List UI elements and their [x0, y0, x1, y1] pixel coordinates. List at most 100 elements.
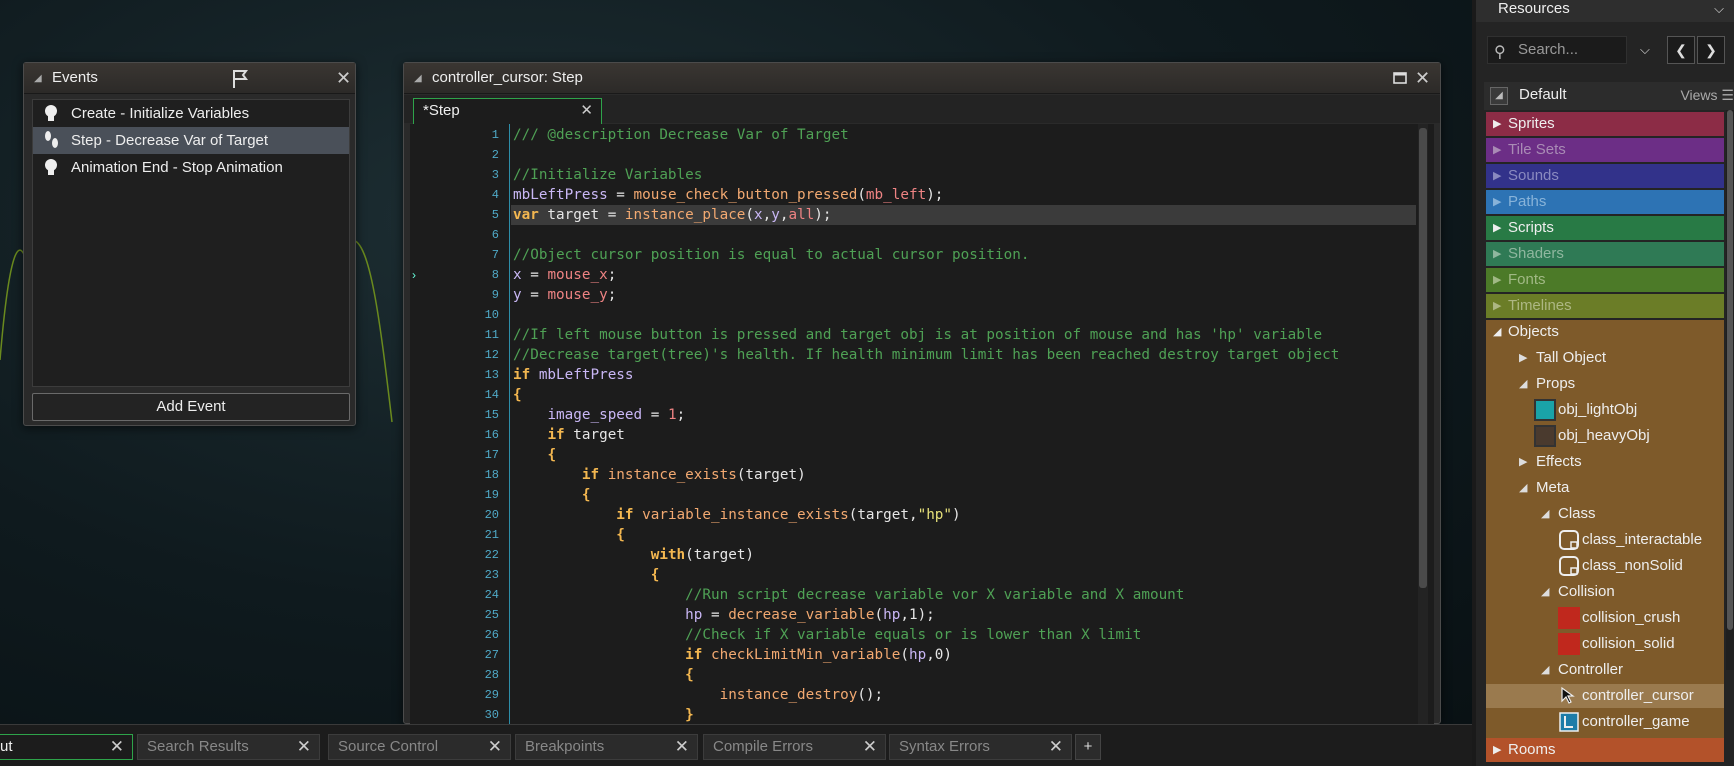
arrow-down-icon[interactable]: ◢ [1541, 502, 1549, 526]
code-line[interactable]: with(target) [513, 545, 754, 565]
search-dropdown-icon[interactable]: ⌵ [1640, 36, 1650, 64]
tree-item[interactable]: ◢ Collision [1486, 580, 1724, 604]
close-tab-icon[interactable]: ✕ [580, 99, 593, 123]
code-line[interactable]: y = mouse_y; [513, 285, 616, 305]
code-line[interactable]: var target = instance_place(x,y,all); [513, 205, 832, 225]
tree-item[interactable]: ▶ Effects [1486, 450, 1724, 474]
tree-item[interactable]: class_interactable [1486, 528, 1724, 552]
output-tab[interactable]: Source Control ✕ [328, 734, 511, 760]
add-tab-button[interactable]: + [1075, 734, 1101, 760]
code-line[interactable]: //Initialize Variables [513, 165, 702, 185]
code-line[interactable]: instance_destroy(); [513, 685, 884, 705]
close-tab-icon[interactable]: ✕ [110, 735, 124, 759]
tree-item[interactable]: ◢ Props [1486, 372, 1724, 396]
tree-item[interactable]: obj_heavyObj [1486, 424, 1724, 448]
back-button[interactable]: ❮ [1667, 36, 1695, 64]
close-icon[interactable]: ✕ [1415, 69, 1430, 87]
code-scrollbar[interactable] [1418, 124, 1428, 724]
event-item[interactable]: Step - Decrease Var of Target [33, 127, 349, 154]
category-fonts[interactable]: ▶ Fonts [1486, 268, 1724, 292]
group-selector[interactable]: ◢ Default Views ☰ [1484, 82, 1734, 110]
event-item[interactable]: Create - Initialize Variables [33, 100, 349, 127]
output-tab[interactable]: Search Results ✕ [137, 734, 320, 760]
code-line[interactable]: if checkLimitMin_variable(hp,0) [513, 645, 952, 665]
code-line[interactable]: hp = decrease_variable(hp,1); [513, 605, 935, 625]
collapse-icon[interactable]: ◢ [34, 73, 42, 84]
tree-item[interactable]: class_nonSolid [1486, 554, 1724, 578]
output-tab[interactable]: ut ✕ [0, 734, 133, 760]
maximize-icon[interactable] [1393, 71, 1407, 85]
forward-button[interactable]: ❯ [1697, 36, 1725, 64]
category-shaders[interactable]: ▶ Shaders [1486, 242, 1724, 266]
close-tab-icon[interactable]: ✕ [863, 735, 877, 759]
views-menu[interactable]: Views ☰ [1680, 87, 1734, 104]
code-line[interactable]: { [513, 525, 625, 545]
tab-step[interactable]: *Step ✕ [413, 98, 602, 124]
tree-item[interactable]: obj_lightObj [1486, 398, 1724, 422]
add-event-button[interactable]: Add Event [32, 393, 350, 421]
tree-item[interactable]: ▶ Tall Object [1486, 346, 1724, 370]
category-rooms[interactable]: ▶ Rooms [1486, 738, 1724, 762]
arrow-right-icon[interactable]: ▶ [1519, 346, 1527, 370]
arrow-down-icon[interactable]: ◢ [1519, 372, 1527, 396]
code-line[interactable]: //Run script decrease variable vor X var… [513, 585, 1184, 605]
code-line[interactable]: //Object cursor position is equal to act… [513, 245, 1029, 265]
tree-item[interactable]: collision_crush [1486, 606, 1724, 630]
arrow-down-icon[interactable]: ◢ [1541, 658, 1549, 682]
events-titlebar[interactable]: ◢ Events ✕ [24, 63, 355, 94]
close-tab-icon[interactable]: ✕ [675, 735, 689, 759]
arrow-down-icon[interactable]: ◢ [1541, 580, 1549, 604]
code-line[interactable]: { [513, 445, 556, 465]
code-line[interactable]: { [513, 565, 660, 585]
code-line[interactable]: //Decrease target(tree)'s health. If hea… [513, 345, 1339, 365]
category-objects[interactable]: ◢ Objects [1486, 320, 1724, 344]
category-sprites[interactable]: ▶ Sprites [1486, 112, 1724, 136]
collapse-icon[interactable]: ◢ [414, 73, 422, 84]
close-icon[interactable]: ✕ [336, 69, 351, 87]
code-line[interactable]: { [513, 665, 694, 685]
code-area[interactable]: 1 2 3 4 5 6 7 8 9 10 11 12 13 14 15 16 17 18 19 20 21 22 23 24 2… [410, 124, 1434, 724]
category-scripts[interactable]: ▶ Scripts [1486, 216, 1724, 240]
scrollbar-thumb[interactable] [1419, 128, 1427, 588]
code-line[interactable]: mbLeftPress = mouse_check_button_pressed… [513, 185, 943, 205]
code-line[interactable]: { [513, 485, 591, 505]
chevron-down-icon[interactable]: ⌵ [1714, 1, 1724, 17]
tree-item[interactable]: ◢ Meta [1486, 476, 1724, 500]
flag-icon[interactable] [230, 68, 252, 90]
event-item[interactable]: Animation End - Stop Animation [33, 154, 349, 181]
output-tab-label: Compile Errors [713, 738, 814, 755]
resource-search-input[interactable]: ⚲ Search... [1487, 36, 1627, 64]
code-line[interactable]: } [513, 705, 694, 724]
tree-item[interactable]: controller_cursor [1486, 684, 1724, 708]
tree-item[interactable]: ◢ Controller [1486, 658, 1724, 682]
tree-item[interactable]: controller_game [1486, 710, 1724, 734]
output-tab[interactable]: Compile Errors ✕ [703, 734, 886, 760]
scrollbar-thumb[interactable] [1727, 110, 1733, 630]
code-line[interactable]: x = mouse_x; [513, 265, 616, 285]
category-timelines[interactable]: ▶ Timelines [1486, 294, 1724, 318]
output-tab[interactable]: Breakpoints ✕ [515, 734, 698, 760]
arrow-right-icon[interactable]: ▶ [1519, 450, 1527, 474]
category-sounds[interactable]: ▶ Sounds [1486, 164, 1724, 188]
arrow-down-icon[interactable]: ◢ [1519, 476, 1527, 500]
category-paths[interactable]: ▶ Paths [1486, 190, 1724, 214]
code-line[interactable]: /// @description Decrease Var of Target [513, 125, 849, 145]
code-line[interactable]: if instance_exists(target) [513, 465, 806, 485]
close-tab-icon[interactable]: ✕ [297, 735, 311, 759]
category-tile-sets[interactable]: ▶ Tile Sets [1486, 138, 1724, 162]
close-tab-icon[interactable]: ✕ [1049, 735, 1063, 759]
resources-scrollbar[interactable] [1726, 110, 1734, 670]
tree-item[interactable]: ◢ Class [1486, 502, 1724, 526]
close-tab-icon[interactable]: ✕ [488, 735, 502, 759]
code-line[interactable]: //If left mouse button is pressed and ta… [513, 325, 1322, 345]
tree-item[interactable]: collision_solid [1486, 632, 1724, 656]
editor-titlebar[interactable]: ◢ controller_cursor: Step ✕ [404, 63, 1440, 94]
code-line[interactable]: //Check if X variable equals or is lower… [513, 625, 1141, 645]
code-line[interactable]: image_speed = 1; [513, 405, 685, 425]
code-line[interactable]: if target [513, 425, 624, 445]
code-line[interactable]: { [513, 385, 522, 405]
code-line[interactable]: if variable_instance_exists(target,"hp") [513, 505, 960, 525]
code-line[interactable]: if mbLeftPress [513, 365, 634, 385]
output-tab[interactable]: Syntax Errors ✕ [889, 734, 1072, 760]
